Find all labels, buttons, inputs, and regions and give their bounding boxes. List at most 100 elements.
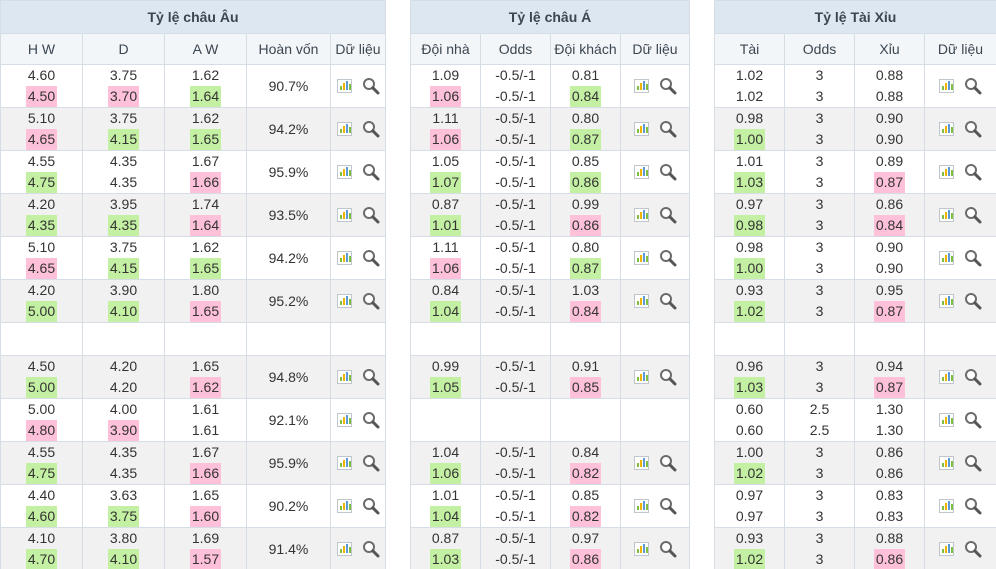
magnifier-icon[interactable] bbox=[362, 540, 380, 558]
bar-chart-icon[interactable] bbox=[633, 122, 649, 136]
magnifier-icon[interactable] bbox=[659, 292, 677, 310]
table-row: 0.87 1.01 -0.5/-1 -0.5/-1 0.99 0.86 bbox=[410, 193, 691, 237]
handicap-line-value: -0.5/-1 bbox=[495, 465, 536, 481]
magnifier-icon[interactable] bbox=[964, 497, 982, 515]
away-team-odds-value: 0.86 bbox=[569, 172, 602, 193]
magnifier-icon[interactable] bbox=[964, 368, 982, 386]
magnifier-icon[interactable] bbox=[362, 120, 380, 138]
bar-chart-icon[interactable] bbox=[939, 122, 954, 136]
bar-chart-icon[interactable] bbox=[939, 165, 954, 179]
table-row: 0.87 1.03 -0.5/-1 -0.5/-1 0.97 0.86 bbox=[410, 527, 691, 569]
over-odds-value: 1.02 bbox=[735, 67, 764, 83]
table-row: 1.11 1.06 -0.5/-1 -0.5/-1 0.80 0.87 bbox=[410, 236, 691, 280]
goal-line-value: 3 bbox=[815, 303, 824, 319]
magnifier-icon[interactable] bbox=[362, 77, 380, 95]
magnifier-icon[interactable] bbox=[659, 540, 677, 558]
magnifier-icon[interactable] bbox=[964, 120, 982, 138]
separator-row bbox=[410, 322, 691, 356]
home-win-odds-value: 4.55 bbox=[27, 444, 56, 460]
bar-chart-icon[interactable] bbox=[633, 251, 649, 265]
bar-chart-icon[interactable] bbox=[336, 251, 352, 265]
data-links bbox=[619, 355, 691, 399]
bar-chart-icon[interactable] bbox=[336, 294, 352, 308]
bar-chart-icon[interactable] bbox=[939, 294, 954, 308]
handicap-line-value: -0.5/-1 bbox=[495, 217, 536, 233]
magnifier-icon[interactable] bbox=[964, 454, 982, 472]
home-win-odds-value: 4.60 bbox=[27, 67, 56, 83]
away-win-odds-value: 1.62 bbox=[189, 377, 222, 398]
magnifier-icon[interactable] bbox=[659, 497, 677, 515]
bar-chart-icon[interactable] bbox=[336, 370, 352, 384]
bar-chart-icon[interactable] bbox=[336, 165, 352, 179]
bar-chart-icon[interactable] bbox=[336, 499, 352, 513]
away-win-odds-value: 1.65 bbox=[191, 487, 220, 503]
home-win-odds-value: 4.60 bbox=[25, 506, 58, 527]
magnifier-icon[interactable] bbox=[964, 206, 982, 224]
magnifier-icon[interactable] bbox=[964, 540, 982, 558]
bar-chart-icon[interactable] bbox=[939, 542, 954, 556]
bar-chart-icon[interactable] bbox=[336, 456, 352, 470]
data-links bbox=[923, 441, 996, 485]
bar-chart-icon[interactable] bbox=[633, 294, 649, 308]
return-rate: 91.4% bbox=[246, 527, 331, 569]
magnifier-icon[interactable] bbox=[362, 163, 380, 181]
goal-line-value: 3 bbox=[815, 444, 824, 460]
magnifier-icon[interactable] bbox=[964, 77, 982, 95]
magnifier-icon[interactable] bbox=[964, 163, 982, 181]
magnifier-icon[interactable] bbox=[362, 292, 380, 310]
bar-chart-icon[interactable] bbox=[336, 79, 352, 93]
magnifier-icon[interactable] bbox=[362, 206, 380, 224]
home-team-odds-value: 0.87 bbox=[431, 196, 460, 212]
bar-chart-icon[interactable] bbox=[939, 79, 954, 93]
return-rate: 92.1% bbox=[246, 398, 331, 442]
goal-line-value: 3 bbox=[815, 379, 824, 395]
bar-chart-icon[interactable] bbox=[939, 208, 954, 222]
handicap-line: -0.5/-1 -0.5/-1 bbox=[480, 279, 551, 323]
magnifier-icon[interactable] bbox=[659, 206, 677, 224]
home-team-odds: 1.11 1.06 bbox=[410, 236, 481, 280]
bar-chart-icon[interactable] bbox=[939, 370, 954, 384]
data-links bbox=[923, 150, 996, 194]
bar-chart-icon[interactable] bbox=[939, 456, 954, 470]
bar-chart-icon[interactable] bbox=[633, 208, 649, 222]
magnifier-icon[interactable] bbox=[362, 249, 380, 267]
bar-chart-icon[interactable] bbox=[633, 499, 649, 513]
over-odds: 0.98 1.00 bbox=[714, 236, 785, 280]
magnifier-icon[interactable] bbox=[964, 411, 982, 429]
bar-chart-icon[interactable] bbox=[336, 413, 352, 427]
magnifier-icon[interactable] bbox=[659, 120, 677, 138]
magnifier-icon[interactable] bbox=[964, 249, 982, 267]
magnifier-icon[interactable] bbox=[362, 497, 380, 515]
under-odds: 0.90 0.90 bbox=[854, 107, 925, 151]
magnifier-icon[interactable] bbox=[362, 411, 380, 429]
home-team-odds bbox=[410, 398, 481, 442]
under-odds-value: 0.86 bbox=[875, 196, 904, 212]
bar-chart-icon[interactable] bbox=[633, 79, 649, 93]
magnifier-icon[interactable] bbox=[659, 368, 677, 386]
home-team-odds: 1.04 1.06 bbox=[410, 441, 481, 485]
magnifier-icon[interactable] bbox=[964, 292, 982, 310]
magnifier-icon[interactable] bbox=[659, 77, 677, 95]
bar-chart-icon[interactable] bbox=[336, 208, 352, 222]
bar-chart-icon[interactable] bbox=[633, 165, 649, 179]
away-team-odds-value: 0.87 bbox=[569, 129, 602, 150]
bar-chart-icon[interactable] bbox=[939, 251, 954, 265]
magnifier-icon[interactable] bbox=[659, 163, 677, 181]
bar-chart-icon[interactable] bbox=[633, 542, 649, 556]
bar-chart-icon[interactable] bbox=[633, 456, 649, 470]
bar-chart-icon[interactable] bbox=[633, 370, 649, 384]
magnifier-icon[interactable] bbox=[659, 249, 677, 267]
bar-chart-icon[interactable] bbox=[939, 413, 954, 427]
bar-chart-icon[interactable] bbox=[336, 122, 352, 136]
draw-odds: 3.63 3.75 bbox=[82, 484, 165, 528]
magnifier-icon[interactable] bbox=[659, 454, 677, 472]
home-win-odds: 4.55 4.75 bbox=[0, 441, 83, 485]
bar-chart-icon[interactable] bbox=[336, 542, 352, 556]
magnifier-icon[interactable] bbox=[362, 454, 380, 472]
data-links bbox=[619, 484, 691, 528]
data-links bbox=[330, 64, 386, 108]
handicap-line: -0.5/-1 -0.5/-1 bbox=[480, 64, 551, 108]
away-team-odds bbox=[550, 398, 621, 442]
magnifier-icon[interactable] bbox=[362, 368, 380, 386]
bar-chart-icon[interactable] bbox=[939, 499, 954, 513]
